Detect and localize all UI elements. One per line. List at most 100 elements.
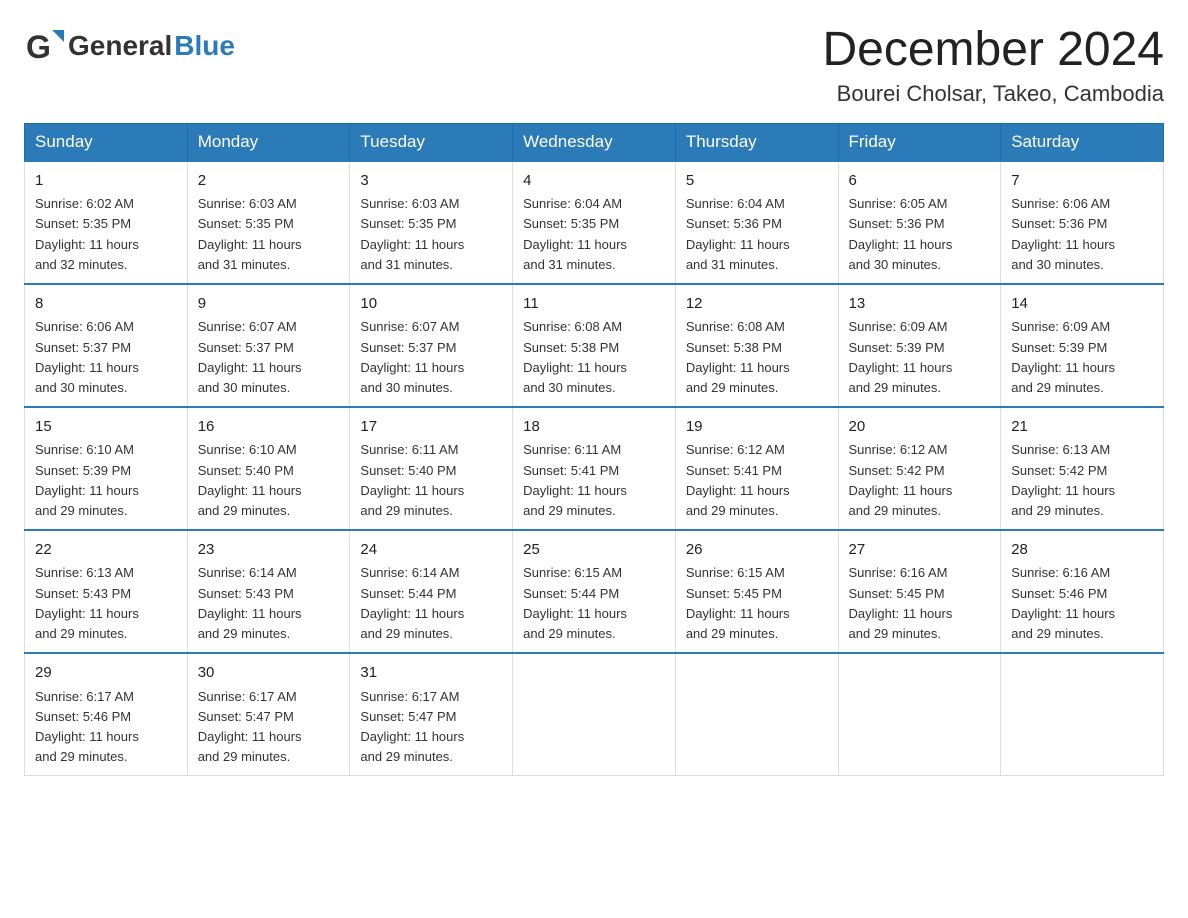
- day-info: Sunrise: 6:11 AMSunset: 5:40 PMDaylight:…: [360, 440, 502, 521]
- calendar-day-cell: 28 Sunrise: 6:16 AMSunset: 5:46 PMDaylig…: [1001, 530, 1164, 653]
- day-number: 13: [849, 293, 991, 316]
- calendar-week-row: 1 Sunrise: 6:02 AMSunset: 5:35 PMDayligh…: [25, 161, 1164, 284]
- day-info: Sunrise: 6:17 AMSunset: 5:47 PMDaylight:…: [198, 687, 340, 768]
- day-info: Sunrise: 6:15 AMSunset: 5:45 PMDaylight:…: [686, 563, 828, 644]
- day-info: Sunrise: 6:03 AMSunset: 5:35 PMDaylight:…: [360, 194, 502, 275]
- day-of-week-header: Tuesday: [350, 123, 513, 161]
- logo-blue-text: Blue: [174, 30, 235, 62]
- calendar-day-cell: 19 Sunrise: 6:12 AMSunset: 5:41 PMDaylig…: [675, 407, 838, 530]
- day-number: 3: [360, 170, 502, 193]
- day-number: 5: [686, 170, 828, 193]
- calendar-day-cell: 29 Sunrise: 6:17 AMSunset: 5:46 PMDaylig…: [25, 653, 188, 776]
- svg-text:G: G: [26, 29, 51, 65]
- calendar-day-cell: 27 Sunrise: 6:16 AMSunset: 5:45 PMDaylig…: [838, 530, 1001, 653]
- calendar-day-cell: 25 Sunrise: 6:15 AMSunset: 5:44 PMDaylig…: [513, 530, 676, 653]
- day-info: Sunrise: 6:06 AMSunset: 5:36 PMDaylight:…: [1011, 194, 1153, 275]
- day-number: 25: [523, 539, 665, 562]
- title-area: December 2024 Bourei Cholsar, Takeo, Cam…: [822, 24, 1164, 107]
- day-number: 23: [198, 539, 340, 562]
- day-info: Sunrise: 6:08 AMSunset: 5:38 PMDaylight:…: [686, 317, 828, 398]
- day-info: Sunrise: 6:08 AMSunset: 5:38 PMDaylight:…: [523, 317, 665, 398]
- day-of-week-header: Saturday: [1001, 123, 1164, 161]
- day-number: 8: [35, 293, 177, 316]
- day-number: 2: [198, 170, 340, 193]
- day-number: 1: [35, 170, 177, 193]
- day-number: 31: [360, 662, 502, 685]
- calendar-day-cell: 6 Sunrise: 6:05 AMSunset: 5:36 PMDayligh…: [838, 161, 1001, 284]
- calendar-table: SundayMondayTuesdayWednesdayThursdayFrid…: [24, 123, 1164, 776]
- location-subtitle: Bourei Cholsar, Takeo, Cambodia: [822, 81, 1164, 107]
- calendar-week-row: 15 Sunrise: 6:10 AMSunset: 5:39 PMDaylig…: [25, 407, 1164, 530]
- day-of-week-header: Thursday: [675, 123, 838, 161]
- day-number: 16: [198, 416, 340, 439]
- day-number: 11: [523, 293, 665, 316]
- calendar-day-cell: 21 Sunrise: 6:13 AMSunset: 5:42 PMDaylig…: [1001, 407, 1164, 530]
- calendar-week-row: 29 Sunrise: 6:17 AMSunset: 5:46 PMDaylig…: [25, 653, 1164, 776]
- day-info: Sunrise: 6:09 AMSunset: 5:39 PMDaylight:…: [1011, 317, 1153, 398]
- day-number: 30: [198, 662, 340, 685]
- day-info: Sunrise: 6:07 AMSunset: 5:37 PMDaylight:…: [198, 317, 340, 398]
- day-number: 4: [523, 170, 665, 193]
- calendar-day-cell: 22 Sunrise: 6:13 AMSunset: 5:43 PMDaylig…: [25, 530, 188, 653]
- logo: G General Blue: [24, 24, 235, 68]
- day-of-week-header: Wednesday: [513, 123, 676, 161]
- day-info: Sunrise: 6:06 AMSunset: 5:37 PMDaylight:…: [35, 317, 177, 398]
- calendar-header: SundayMondayTuesdayWednesdayThursdayFrid…: [25, 123, 1164, 161]
- day-number: 27: [849, 539, 991, 562]
- day-number: 12: [686, 293, 828, 316]
- day-number: 20: [849, 416, 991, 439]
- calendar-day-cell: [675, 653, 838, 776]
- day-number: 7: [1011, 170, 1153, 193]
- day-of-week-header: Friday: [838, 123, 1001, 161]
- calendar-day-cell: 14 Sunrise: 6:09 AMSunset: 5:39 PMDaylig…: [1001, 284, 1164, 407]
- day-number: 21: [1011, 416, 1153, 439]
- day-info: Sunrise: 6:04 AMSunset: 5:36 PMDaylight:…: [686, 194, 828, 275]
- day-info: Sunrise: 6:10 AMSunset: 5:39 PMDaylight:…: [35, 440, 177, 521]
- day-of-week-header: Sunday: [25, 123, 188, 161]
- day-of-week-header: Monday: [187, 123, 350, 161]
- day-info: Sunrise: 6:07 AMSunset: 5:37 PMDaylight:…: [360, 317, 502, 398]
- calendar-day-cell: 26 Sunrise: 6:15 AMSunset: 5:45 PMDaylig…: [675, 530, 838, 653]
- day-number: 10: [360, 293, 502, 316]
- day-number: 6: [849, 170, 991, 193]
- day-number: 26: [686, 539, 828, 562]
- day-info: Sunrise: 6:09 AMSunset: 5:39 PMDaylight:…: [849, 317, 991, 398]
- calendar-day-cell: 30 Sunrise: 6:17 AMSunset: 5:47 PMDaylig…: [187, 653, 350, 776]
- day-info: Sunrise: 6:13 AMSunset: 5:43 PMDaylight:…: [35, 563, 177, 644]
- calendar-day-cell: 18 Sunrise: 6:11 AMSunset: 5:41 PMDaylig…: [513, 407, 676, 530]
- calendar-day-cell: 7 Sunrise: 6:06 AMSunset: 5:36 PMDayligh…: [1001, 161, 1164, 284]
- day-number: 28: [1011, 539, 1153, 562]
- day-info: Sunrise: 6:10 AMSunset: 5:40 PMDaylight:…: [198, 440, 340, 521]
- day-number: 17: [360, 416, 502, 439]
- page-header: G General Blue December 2024 Bourei Chol…: [24, 24, 1164, 107]
- calendar-day-cell: 11 Sunrise: 6:08 AMSunset: 5:38 PMDaylig…: [513, 284, 676, 407]
- calendar-day-cell: 4 Sunrise: 6:04 AMSunset: 5:35 PMDayligh…: [513, 161, 676, 284]
- calendar-day-cell: 23 Sunrise: 6:14 AMSunset: 5:43 PMDaylig…: [187, 530, 350, 653]
- calendar-day-cell: 24 Sunrise: 6:14 AMSunset: 5:44 PMDaylig…: [350, 530, 513, 653]
- calendar-day-cell: 12 Sunrise: 6:08 AMSunset: 5:38 PMDaylig…: [675, 284, 838, 407]
- day-number: 22: [35, 539, 177, 562]
- day-info: Sunrise: 6:02 AMSunset: 5:35 PMDaylight:…: [35, 194, 177, 275]
- day-info: Sunrise: 6:12 AMSunset: 5:42 PMDaylight:…: [849, 440, 991, 521]
- calendar-day-cell: 15 Sunrise: 6:10 AMSunset: 5:39 PMDaylig…: [25, 407, 188, 530]
- day-info: Sunrise: 6:14 AMSunset: 5:44 PMDaylight:…: [360, 563, 502, 644]
- day-info: Sunrise: 6:17 AMSunset: 5:47 PMDaylight:…: [360, 687, 502, 768]
- calendar-day-cell: 3 Sunrise: 6:03 AMSunset: 5:35 PMDayligh…: [350, 161, 513, 284]
- calendar-day-cell: 1 Sunrise: 6:02 AMSunset: 5:35 PMDayligh…: [25, 161, 188, 284]
- day-number: 15: [35, 416, 177, 439]
- day-info: Sunrise: 6:17 AMSunset: 5:46 PMDaylight:…: [35, 687, 177, 768]
- day-number: 19: [686, 416, 828, 439]
- day-number: 9: [198, 293, 340, 316]
- calendar-week-row: 22 Sunrise: 6:13 AMSunset: 5:43 PMDaylig…: [25, 530, 1164, 653]
- day-number: 14: [1011, 293, 1153, 316]
- calendar-day-cell: 2 Sunrise: 6:03 AMSunset: 5:35 PMDayligh…: [187, 161, 350, 284]
- calendar-day-cell: 16 Sunrise: 6:10 AMSunset: 5:40 PMDaylig…: [187, 407, 350, 530]
- calendar-day-cell: 10 Sunrise: 6:07 AMSunset: 5:37 PMDaylig…: [350, 284, 513, 407]
- calendar-body: 1 Sunrise: 6:02 AMSunset: 5:35 PMDayligh…: [25, 161, 1164, 776]
- month-title: December 2024: [822, 24, 1164, 77]
- day-info: Sunrise: 6:03 AMSunset: 5:35 PMDaylight:…: [198, 194, 340, 275]
- calendar-day-cell: [838, 653, 1001, 776]
- calendar-week-row: 8 Sunrise: 6:06 AMSunset: 5:37 PMDayligh…: [25, 284, 1164, 407]
- calendar-day-cell: 13 Sunrise: 6:09 AMSunset: 5:39 PMDaylig…: [838, 284, 1001, 407]
- day-info: Sunrise: 6:04 AMSunset: 5:35 PMDaylight:…: [523, 194, 665, 275]
